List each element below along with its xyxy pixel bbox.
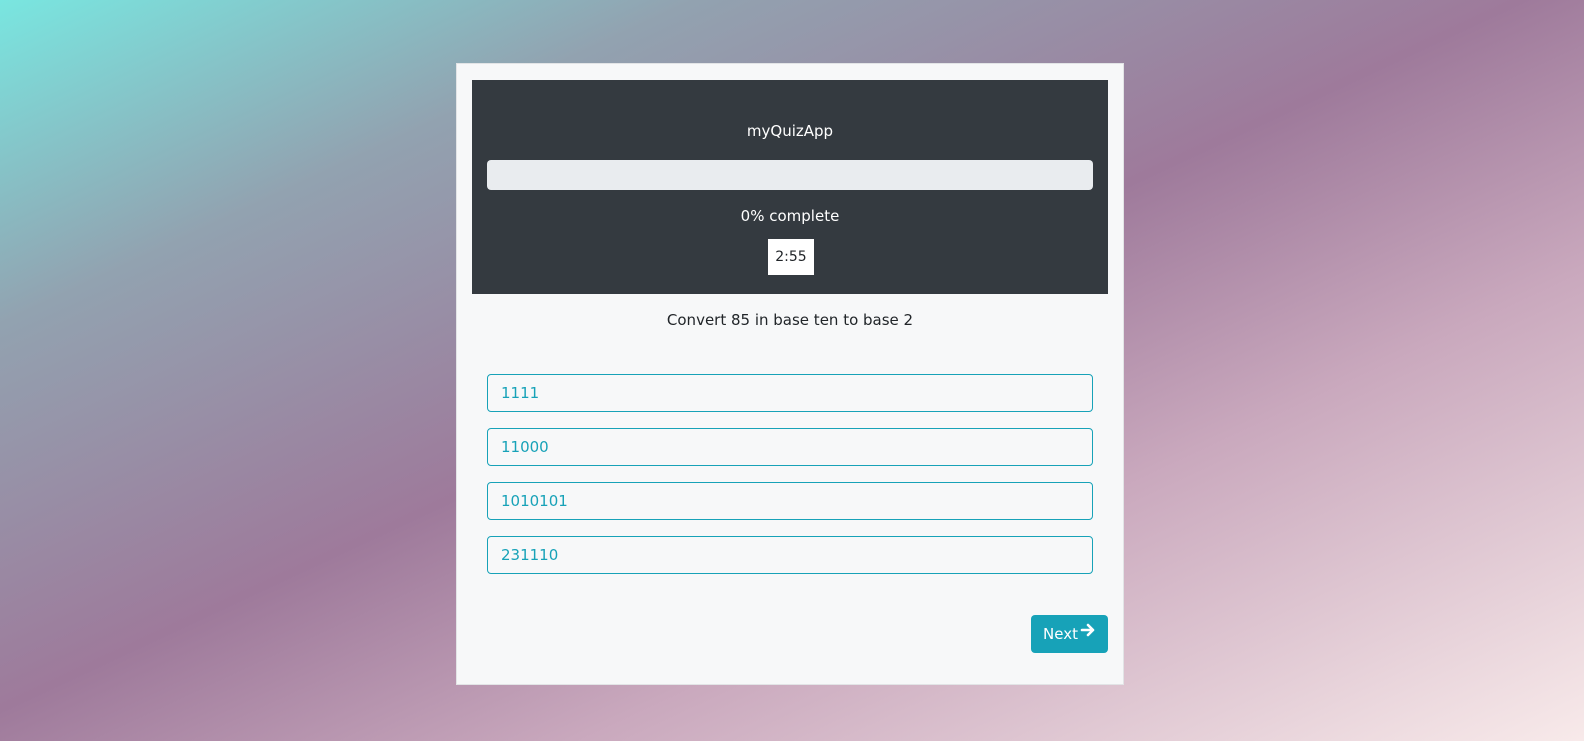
- answer-option[interactable]: 231110: [487, 536, 1093, 574]
- next-button[interactable]: Next: [1031, 615, 1108, 653]
- question-text: Convert 85 in base ten to base 2: [666, 311, 914, 329]
- answer-option[interactable]: 1010101: [487, 482, 1093, 520]
- answer-list: 1111 11000 1010101 231110: [487, 374, 1093, 590]
- next-button-label: Next: [1043, 625, 1078, 643]
- app-title: myQuizApp: [746, 122, 834, 140]
- progress-bar: [487, 160, 1093, 190]
- answer-option[interactable]: 11000: [487, 428, 1093, 466]
- countdown-timer: 2:55: [768, 239, 814, 275]
- progress-label: 0% complete: [740, 207, 840, 225]
- arrow-right-icon: [1080, 614, 1096, 652]
- quiz-header: myQuizApp 0% complete 2:55: [472, 80, 1108, 294]
- answer-option[interactable]: 1111: [487, 374, 1093, 412]
- quiz-card: myQuizApp 0% complete 2:55 Convert 85 in…: [457, 64, 1123, 684]
